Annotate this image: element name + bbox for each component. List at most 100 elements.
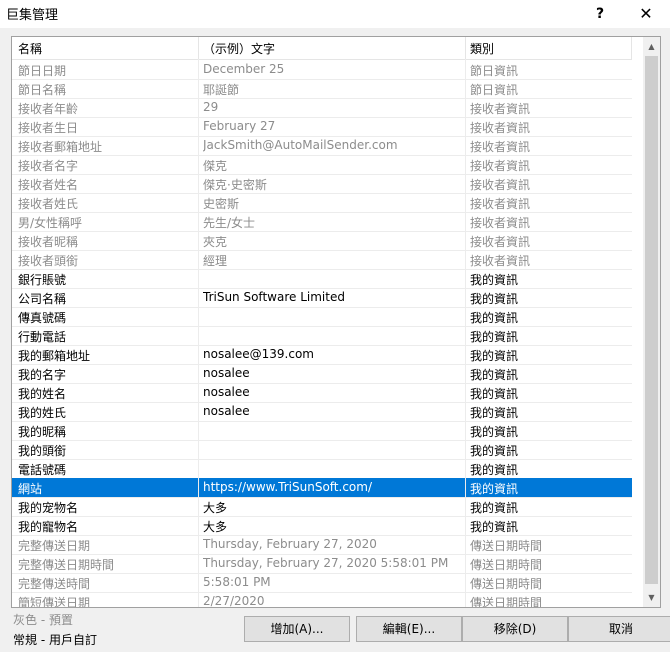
table-row[interactable]: 接收者生日 February 27 接收者資訊 bbox=[12, 117, 632, 137]
macro-name-cell: 傳真號碼 bbox=[18, 311, 67, 325]
macro-example-cell: nosalee bbox=[203, 404, 250, 418]
macro-example-cell: 2/27/2020 bbox=[203, 594, 265, 608]
table-row[interactable]: 我的頭銜 我的資訊 bbox=[12, 440, 632, 460]
table-row[interactable]: 接收者名字 傑克 接收者資訊 bbox=[12, 155, 632, 175]
macro-category-cell: 我的資訊 bbox=[470, 480, 630, 497]
help-button[interactable]: ? bbox=[580, 0, 620, 28]
macro-category-cell: 接收者資訊 bbox=[470, 140, 531, 154]
table-row[interactable]: 完整傳送日期時間 Thursday, February 27, 2020 5:58… bbox=[12, 554, 632, 574]
table-row[interactable]: 行動電話 我的資訊 bbox=[12, 326, 632, 346]
table-row[interactable]: 接收者昵稱 夾克 接收者資訊 bbox=[12, 231, 632, 251]
macro-name-cell: 接收者姓名 bbox=[18, 178, 79, 192]
table-row[interactable]: 接收者郵箱地址 JackSmith@AutoMailSender.com 接收者資訊 bbox=[12, 136, 632, 156]
macro-example-cell: February 27 bbox=[203, 119, 276, 133]
macro-name-cell: 節日日期 bbox=[18, 64, 67, 78]
macro-example-cell: 29 bbox=[203, 100, 219, 114]
column-separator[interactable] bbox=[631, 37, 632, 59]
column-separator[interactable] bbox=[465, 37, 466, 59]
macro-example-cell: nosalee bbox=[203, 385, 250, 399]
table-row[interactable]: 完整傳送時間 5:58:01 PM 傳送日期時間 bbox=[12, 573, 632, 593]
scroll-down-icon[interactable]: ▼ bbox=[643, 589, 660, 606]
macro-example-cell: 先生/女士 bbox=[203, 216, 256, 230]
column-header-name[interactable]: 名稱 bbox=[18, 40, 42, 57]
column-divider bbox=[198, 59, 199, 607]
macro-name-cell: 我的姓氏 bbox=[18, 406, 67, 420]
macro-example-cell: December 25 bbox=[203, 62, 285, 76]
macro-category-cell: 我的資訊 bbox=[470, 330, 519, 344]
table-row[interactable]: 接收者頭銜 經理 接收者資訊 bbox=[12, 250, 632, 270]
macro-example-cell: 史密斯 bbox=[203, 197, 240, 211]
macro-category-cell: 接收者資訊 bbox=[470, 121, 531, 135]
table-row[interactable]: 完整傳送日期 Thursday, February 27, 2020 傳送日期時間 bbox=[12, 535, 632, 555]
scroll-thumb[interactable] bbox=[645, 56, 658, 584]
table-row[interactable]: 公司名稱 TriSun Software Limited 我的資訊 bbox=[12, 288, 632, 308]
table-row[interactable]: 我的名字 nosalee 我的資訊 bbox=[12, 364, 632, 384]
table-row[interactable]: 我的寵物名 大多 我的資訊 bbox=[12, 516, 632, 536]
add-button[interactable]: 增加(A)... bbox=[244, 616, 350, 642]
table-row[interactable]: 節日名稱 耶誕節 節日資訊 bbox=[12, 79, 632, 99]
cancel-button[interactable]: 取消 bbox=[568, 616, 670, 642]
table-row[interactable]: 電話號碼 我的資訊 bbox=[12, 459, 632, 479]
macro-category-cell: 接收者資訊 bbox=[470, 216, 531, 230]
macro-list[interactable]: 名稱 （示例）文字 類別 節日日期 December 25 節日資訊 節日名稱 耶誕節節… bbox=[11, 36, 661, 608]
table-row[interactable]: 我的姓氏 nosalee 我的資訊 bbox=[12, 402, 632, 422]
table-row[interactable]: 接收者姓名 傑克·史密斯 接收者資訊 bbox=[12, 174, 632, 194]
close-button[interactable]: ✕ bbox=[626, 0, 666, 28]
macro-name-cell: 我的寵物名 bbox=[18, 520, 79, 534]
table-row[interactable]: 銀行賬號 我的資訊 bbox=[12, 269, 632, 289]
remove-button[interactable]: 移除(D) bbox=[462, 616, 568, 642]
table-row[interactable]: 我的宠物名 大多 我的資訊 bbox=[12, 497, 632, 517]
macro-category-cell: 我的資訊 bbox=[470, 273, 519, 287]
macro-category-cell: 傳送日期時間 bbox=[470, 539, 543, 553]
macro-name-cell: 完整傳送日期 bbox=[18, 539, 91, 553]
macro-name-cell: 我的頭銜 bbox=[18, 444, 67, 458]
macro-category-cell: 傳送日期時間 bbox=[470, 558, 543, 572]
table-row[interactable]: 接收者姓氏 史密斯 接收者資訊 bbox=[12, 193, 632, 213]
macro-example-cell: 經理 bbox=[203, 254, 228, 268]
macro-example-cell: 傑克 bbox=[203, 159, 228, 173]
table-row[interactable]: 我的昵稱 我的資訊 bbox=[12, 421, 632, 441]
table-row[interactable]: 簡短傳送日期 2/27/2020 傳送日期時間 bbox=[12, 592, 632, 608]
macro-category-cell: 我的資訊 bbox=[470, 387, 519, 401]
edit-button[interactable]: 編輯(E)... bbox=[356, 616, 462, 642]
macro-category-cell: 我的資訊 bbox=[470, 501, 519, 515]
column-header-example[interactable]: （示例）文字 bbox=[203, 40, 275, 57]
macro-example-cell: Thursday, February 27, 2020 bbox=[203, 537, 377, 551]
macro-example-cell: 耶誕節 bbox=[203, 83, 240, 97]
table-row[interactable]: 男/女性稱呼 先生/女士 接收者資訊 bbox=[12, 212, 632, 232]
macro-category-cell: 接收者資訊 bbox=[470, 102, 531, 116]
table-row[interactable]: 接收者年齡 29 接收者資訊 bbox=[12, 98, 632, 118]
macro-name-cell: 接收者郵箱地址 bbox=[18, 140, 103, 154]
table-row[interactable]: 傳真號碼 我的資訊 bbox=[12, 307, 632, 327]
macro-name-cell: 行動電話 bbox=[18, 330, 67, 344]
macro-name-cell: 我的郵箱地址 bbox=[18, 349, 91, 363]
macro-category-cell: 我的資訊 bbox=[470, 463, 519, 477]
macro-example-cell: nosalee bbox=[203, 366, 250, 380]
list-header: 名稱 （示例）文字 類別 bbox=[12, 37, 632, 60]
macro-name-cell: 我的昵稱 bbox=[18, 425, 67, 439]
macro-category-cell: 傳送日期時間 bbox=[470, 577, 543, 591]
macro-category-cell: 我的資訊 bbox=[470, 368, 519, 382]
macro-name-cell: 我的姓名 bbox=[18, 387, 67, 401]
table-row[interactable]: 我的姓名 nosalee 我的資訊 bbox=[12, 383, 632, 403]
column-separator[interactable] bbox=[198, 37, 199, 59]
macro-category-cell: 接收者資訊 bbox=[470, 235, 531, 249]
macro-example-cell: 5:58:01 PM bbox=[203, 575, 271, 589]
table-row[interactable]: 節日日期 December 25 節日資訊 bbox=[12, 60, 632, 80]
table-row[interactable]: 我的郵箱地址 nosalee@139.com 我的資訊 bbox=[12, 345, 632, 365]
macro-category-cell: 我的資訊 bbox=[470, 425, 519, 439]
macro-name-cell: 接收者姓氏 bbox=[18, 197, 79, 211]
legend-normal-custom: 常規 - 用戶自訂 bbox=[13, 633, 97, 647]
macro-name-cell: 男/女性稱呼 bbox=[18, 216, 83, 230]
macro-category-cell: 節日資訊 bbox=[470, 64, 519, 78]
macro-name-cell: 我的宠物名 bbox=[18, 501, 79, 515]
macro-category-cell: 傳送日期時間 bbox=[470, 596, 543, 608]
macro-name-cell: 完整傳送日期時間 bbox=[18, 558, 115, 572]
vertical-scrollbar[interactable]: ▲ ▼ bbox=[643, 37, 660, 607]
scroll-up-icon[interactable]: ▲ bbox=[643, 38, 660, 55]
macro-example-cell: 夾克 bbox=[203, 235, 228, 249]
column-header-category[interactable]: 類別 bbox=[470, 40, 494, 57]
macro-example-cell: JackSmith@AutoMailSender.com bbox=[203, 138, 398, 152]
table-row-selected[interactable]: 網站 https://www.TriSunSoft.com/我的資訊 bbox=[12, 478, 632, 498]
macro-category-cell: 接收者資訊 bbox=[470, 254, 531, 268]
